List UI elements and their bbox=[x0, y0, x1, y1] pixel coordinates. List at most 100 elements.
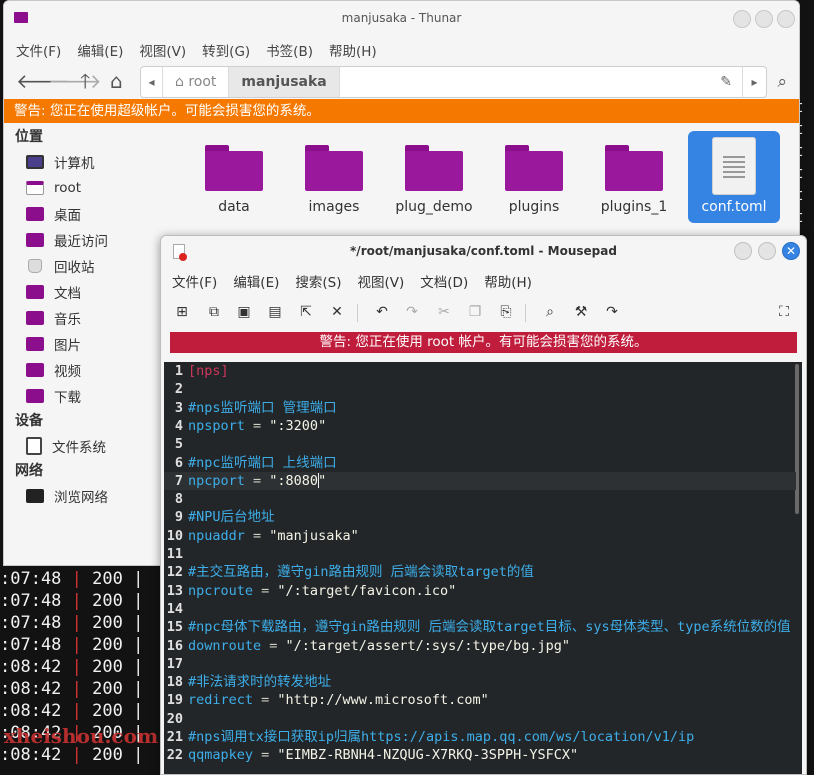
root-warning-bar: 警告: 您正在使用 root 帐户。有可能会损害您的系统。 bbox=[170, 332, 797, 353]
sidebar-item-label: 下载 bbox=[54, 390, 81, 406]
menu-item[interactable]: 编辑(E) bbox=[77, 40, 123, 60]
line-number: 18 bbox=[166, 674, 183, 691]
code-text: #npc母体下载路由，遵守gin路由规则 后端会读取target目标、sys母体… bbox=[188, 618, 791, 636]
undo-icon[interactable]: ↶ bbox=[375, 305, 389, 319]
terminal-status-code: 200 bbox=[92, 569, 134, 589]
maximize-button[interactable] bbox=[758, 242, 776, 260]
close-tab-icon[interactable]: ✕ bbox=[330, 305, 344, 319]
folder-item[interactable]: plugins_1 bbox=[588, 131, 680, 223]
breadcrumb-root[interactable]: ⌂ root bbox=[163, 67, 230, 97]
recent-folder-icon bbox=[26, 233, 44, 247]
sidebar-item[interactable]: 图片 bbox=[4, 331, 180, 357]
terminal-time: :08:42 bbox=[0, 701, 72, 721]
line-number: 5 bbox=[174, 436, 183, 453]
code-line: 15 #npc母体下载路由，遵守gin路由规则 后端会读取target目标、sys… bbox=[164, 618, 796, 636]
terminal-row: :07:48 | 200 | bbox=[0, 612, 160, 634]
forward-arrow-icon[interactable]: 🡒 bbox=[48, 71, 102, 91]
maximize-button[interactable] bbox=[755, 10, 773, 28]
save-as-icon[interactable]: ▤ bbox=[268, 305, 282, 319]
menu-item[interactable]: 转到(G) bbox=[202, 40, 250, 60]
path-left-arrow-icon[interactable]: ◂ bbox=[141, 67, 163, 97]
new-window-icon[interactable]: ⧉ bbox=[207, 305, 221, 319]
token-key: qqmapkey bbox=[188, 747, 254, 764]
menu-item[interactable]: 文档(D) bbox=[420, 271, 468, 291]
thunar-titlebar[interactable]: manjusaka - Thunar bbox=[4, 1, 799, 37]
sidebar-item[interactable]: 音乐 bbox=[4, 305, 180, 331]
code-text: #主交互路由，遵守gin路由规则 后端会读取target的值 bbox=[188, 563, 534, 581]
sidebar-item[interactable]: 最近访问 bbox=[4, 227, 180, 253]
menu-item[interactable]: 帮助(H) bbox=[484, 271, 532, 291]
mousepad-window[interactable]: */root/manjusaka/conf.toml - Mousepad ✕ … bbox=[160, 235, 807, 775]
folder-item[interactable]: plugins bbox=[488, 131, 580, 223]
token-str: "EIMBZ-RBNH4-NZQUG-X7RKQ-3SPPH-YSFCX" bbox=[277, 747, 579, 764]
cut-icon[interactable]: ✂ bbox=[437, 305, 451, 319]
line-number: 17 bbox=[166, 655, 183, 672]
menu-item[interactable]: 文件(F) bbox=[172, 271, 217, 291]
mousepad-titlebar[interactable]: */root/manjusaka/conf.toml - Mousepad ✕ bbox=[161, 236, 806, 268]
redo-icon[interactable]: ↷ bbox=[405, 305, 419, 319]
token-cmt: #主交互路由，遵守gin路由规则 后端会读取target的值 bbox=[188, 564, 534, 581]
token-key: npcroute bbox=[188, 582, 254, 599]
code-line: 6 #npc监听端口 上线端口 bbox=[164, 454, 796, 472]
token-key: npsport bbox=[188, 417, 245, 434]
fullscreen-icon[interactable]: ⛶ bbox=[777, 305, 791, 319]
line-number: 4 bbox=[174, 417, 183, 434]
copy-icon[interactable]: ❐ bbox=[468, 305, 482, 319]
sidebar-item-label: 浏览网络 bbox=[54, 490, 108, 506]
minimize-button[interactable] bbox=[733, 10, 751, 28]
terminal-row: :07:48 | 200 | bbox=[0, 634, 160, 656]
goto-line-icon[interactable]: ↷ bbox=[605, 305, 619, 319]
new-document-icon[interactable]: ⊞ bbox=[175, 305, 189, 319]
sidebar-item[interactable]: 计算机 bbox=[4, 149, 180, 175]
minimize-button[interactable] bbox=[734, 242, 752, 260]
find-replace-icon[interactable]: ⚒ bbox=[574, 305, 588, 319]
menu-item[interactable]: 编辑(E) bbox=[233, 271, 279, 291]
menu-item[interactable]: 视图(V) bbox=[358, 271, 405, 291]
file-name-label: images bbox=[308, 199, 360, 215]
home-icon[interactable]: ⌂ bbox=[110, 71, 123, 91]
menu-item[interactable]: 搜索(S) bbox=[295, 271, 341, 291]
sidebar-item[interactable]: 文档 bbox=[4, 279, 180, 305]
find-icon[interactable]: ⌕ bbox=[543, 305, 557, 319]
token-cmt: #非法请求时的转发地址 bbox=[188, 674, 332, 691]
sidebar-item[interactable]: 回收站 bbox=[4, 253, 180, 279]
save-icon[interactable]: ▣ bbox=[237, 305, 251, 319]
terminal-row: :08:42 | 200 | bbox=[0, 678, 160, 700]
terminal-row: :08:42 | 200 | bbox=[0, 700, 160, 722]
sidebar-item[interactable]: 文件系统 bbox=[4, 433, 180, 459]
code-text: npcroute = "/:target/favicon.ico" bbox=[188, 582, 456, 600]
terminal-separator: | bbox=[133, 591, 144, 611]
line-number: 22 bbox=[166, 747, 183, 764]
code-line: 8 bbox=[164, 490, 796, 508]
menu-item[interactable]: 文件(F) bbox=[16, 40, 61, 60]
file-name-label: data bbox=[218, 199, 250, 215]
folder-item[interactable]: images bbox=[288, 131, 380, 223]
sidebar-item[interactable]: 视频 bbox=[4, 357, 180, 383]
menu-item[interactable]: 视图(V) bbox=[139, 40, 186, 60]
revert-icon[interactable]: ⇱ bbox=[299, 305, 313, 319]
sidebar-item[interactable]: 浏览网络 bbox=[4, 483, 180, 509]
folder-item[interactable]: data bbox=[188, 131, 280, 223]
folder-item[interactable]: plug_demo bbox=[388, 131, 480, 223]
sidebar-item[interactable]: 下载 bbox=[4, 383, 180, 409]
sidebar-item-label: root bbox=[54, 180, 82, 196]
token-key: redirect bbox=[188, 692, 254, 709]
close-button[interactable]: ✕ bbox=[782, 242, 800, 260]
path-right-arrow-icon[interactable]: ▸ bbox=[742, 67, 766, 97]
breadcrumb-manjusaka[interactable]: manjusaka bbox=[229, 67, 340, 97]
up-arrow-icon[interactable]: 🡑 bbox=[80, 71, 90, 91]
terminal-separator: | bbox=[133, 569, 144, 589]
close-button[interactable] bbox=[777, 10, 795, 28]
menu-item[interactable]: 帮助(H) bbox=[329, 40, 377, 60]
location-pathbar[interactable]: ◂ ⌂ root manjusaka ✎ ▸ bbox=[140, 66, 767, 98]
menu-item[interactable]: 书签(B) bbox=[266, 40, 313, 60]
sidebar-item[interactable]: root bbox=[4, 175, 180, 201]
paste-icon[interactable]: ⎘ bbox=[499, 305, 513, 319]
file-item[interactable]: conf.toml bbox=[688, 131, 780, 223]
code-editor[interactable]: 1 [nps] 2 3 #nps监听端口 管理端口 4 npsport = ":3200" 5… bbox=[164, 362, 802, 774]
search-icon[interactable]: ⌕ bbox=[777, 72, 787, 92]
sidebar-item[interactable]: 桌面 bbox=[4, 201, 180, 227]
edit-location-icon[interactable]: ✎ bbox=[720, 74, 732, 90]
thunar-window-title: manjusaka - Thunar bbox=[341, 11, 462, 25]
terminal-status-code: 200 bbox=[92, 657, 134, 677]
